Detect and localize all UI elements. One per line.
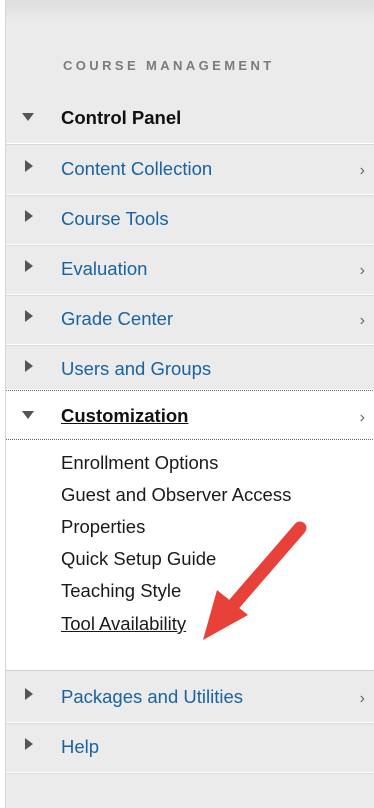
submenu-chevron-icon[interactable]: › [360,409,365,427]
submenu-chevron-icon[interactable]: › [360,262,365,280]
menu-item-customization[interactable]: Customization › [6,390,374,440]
submenu-link-tool-availability[interactable]: Tool Availability [61,613,186,635]
section-title: COURSE MANAGEMENT [63,58,275,73]
collapsed-triangle-icon [25,310,33,322]
menu-item-grade-center[interactable]: Grade Center › [6,294,374,345]
submenu-chevron-icon[interactable]: › [360,312,365,330]
menu-item-label: Content Collection [61,158,213,179]
submenu-chevron-icon[interactable]: › [360,690,365,708]
menu-item-course-tools[interactable]: Course Tools [6,194,374,245]
menu-item-label: Evaluation [61,258,148,279]
menu-item-label: Grade Center [61,308,174,329]
submenu-link-teaching-style[interactable]: Teaching Style [61,580,181,602]
menu-item-label: Course Tools [61,208,169,229]
collapsed-triangle-icon [25,210,33,222]
collapsed-triangle-icon [25,260,33,272]
collapsed-triangle-icon [25,360,33,372]
menu-item-label: Help [61,736,100,757]
collapsed-triangle-icon [25,160,33,172]
menu-item-packages-and-utilities[interactable]: Packages and Utilities › [6,672,374,723]
menu-item-users-and-groups[interactable]: Users and Groups [6,344,374,390]
collapsed-triangle-icon [25,688,33,700]
submenu-link-guest-observer-access[interactable]: Guest and Observer Access [61,484,291,506]
course-management-panel: COURSE MANAGEMENT Control Panel Content … [5,0,374,808]
menu-item-help[interactable]: Help [6,722,374,773]
submenu-link-enrollment-options[interactable]: Enrollment Options [61,452,218,474]
menu-item-content-collection[interactable]: Content Collection › [6,144,374,195]
menu-item-label: Packages and Utilities [61,686,244,707]
customization-submenu: Enrollment Options Guest and Observer Ac… [6,440,374,671]
customization-label: Customization [61,405,189,426]
menu-item-label: Users and Groups [61,358,212,379]
expanded-triangle-icon [22,113,34,121]
panel-top-strip [6,0,374,22]
submenu-link-properties[interactable]: Properties [61,516,145,538]
submenu-link-quick-setup-guide[interactable]: Quick Setup Guide [61,548,216,570]
submenu-chevron-icon[interactable]: › [360,162,365,180]
control-panel-header[interactable]: Control Panel [6,93,374,144]
menu-item-evaluation[interactable]: Evaluation › [6,244,374,295]
control-panel-label: Control Panel [61,107,182,128]
expanded-triangle-icon [22,411,34,419]
collapsed-triangle-icon [25,738,33,750]
